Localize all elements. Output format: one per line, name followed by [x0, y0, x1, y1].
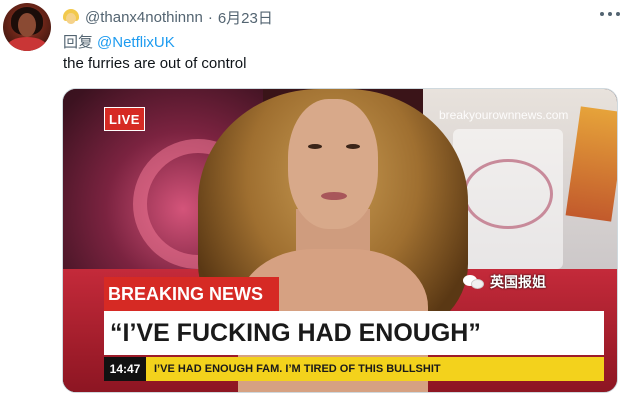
- reply-prefix: 回复: [63, 34, 94, 51]
- avatar-face: [18, 13, 36, 37]
- ticker-time: 14:47: [104, 357, 146, 381]
- avatar[interactable]: [3, 3, 51, 51]
- person-emoji-icon: [63, 9, 79, 25]
- tweet-media-image[interactable]: LIVE breakyourownnews.com BREAKING NEWS …: [62, 88, 618, 393]
- header-separator: ·: [207, 8, 213, 26]
- news-ticker: 14:47 I’VE HAD ENOUGH FAM. I’M TIRED OF …: [104, 357, 604, 381]
- wechat-icon: [463, 273, 485, 291]
- live-badge: LIVE: [104, 107, 145, 131]
- wechat-watermark-label: 英国报姐: [490, 274, 546, 290]
- tweet: @thanx4nothinnn · 6月23日 回复 @NetflixUK the…: [0, 0, 637, 401]
- tweet-header: @thanx4nothinnn · 6月23日: [63, 7, 273, 27]
- breaking-news-banner: BREAKING NEWS: [104, 277, 279, 311]
- ticker-text: I’VE HAD ENOUGH FAM. I’M TIRED OF THIS B…: [154, 363, 441, 375]
- tweet-date[interactable]: 6月23日: [218, 7, 273, 28]
- tweet-text: the furries are out of control: [63, 55, 247, 72]
- reply-context: 回复 @NetflixUK: [63, 31, 175, 52]
- wechat-watermark: 英国报姐: [463, 272, 546, 292]
- user-handle[interactable]: @thanx4nothinnn: [85, 9, 203, 26]
- avatar-shoulder: [7, 37, 47, 51]
- more-options-icon[interactable]: [600, 8, 620, 20]
- headline-banner: “I’VE FUCKING HAD ENOUGH”: [104, 311, 604, 355]
- reply-mention-link[interactable]: @NetflixUK: [97, 34, 175, 51]
- site-watermark: breakyourownnews.com: [439, 108, 569, 122]
